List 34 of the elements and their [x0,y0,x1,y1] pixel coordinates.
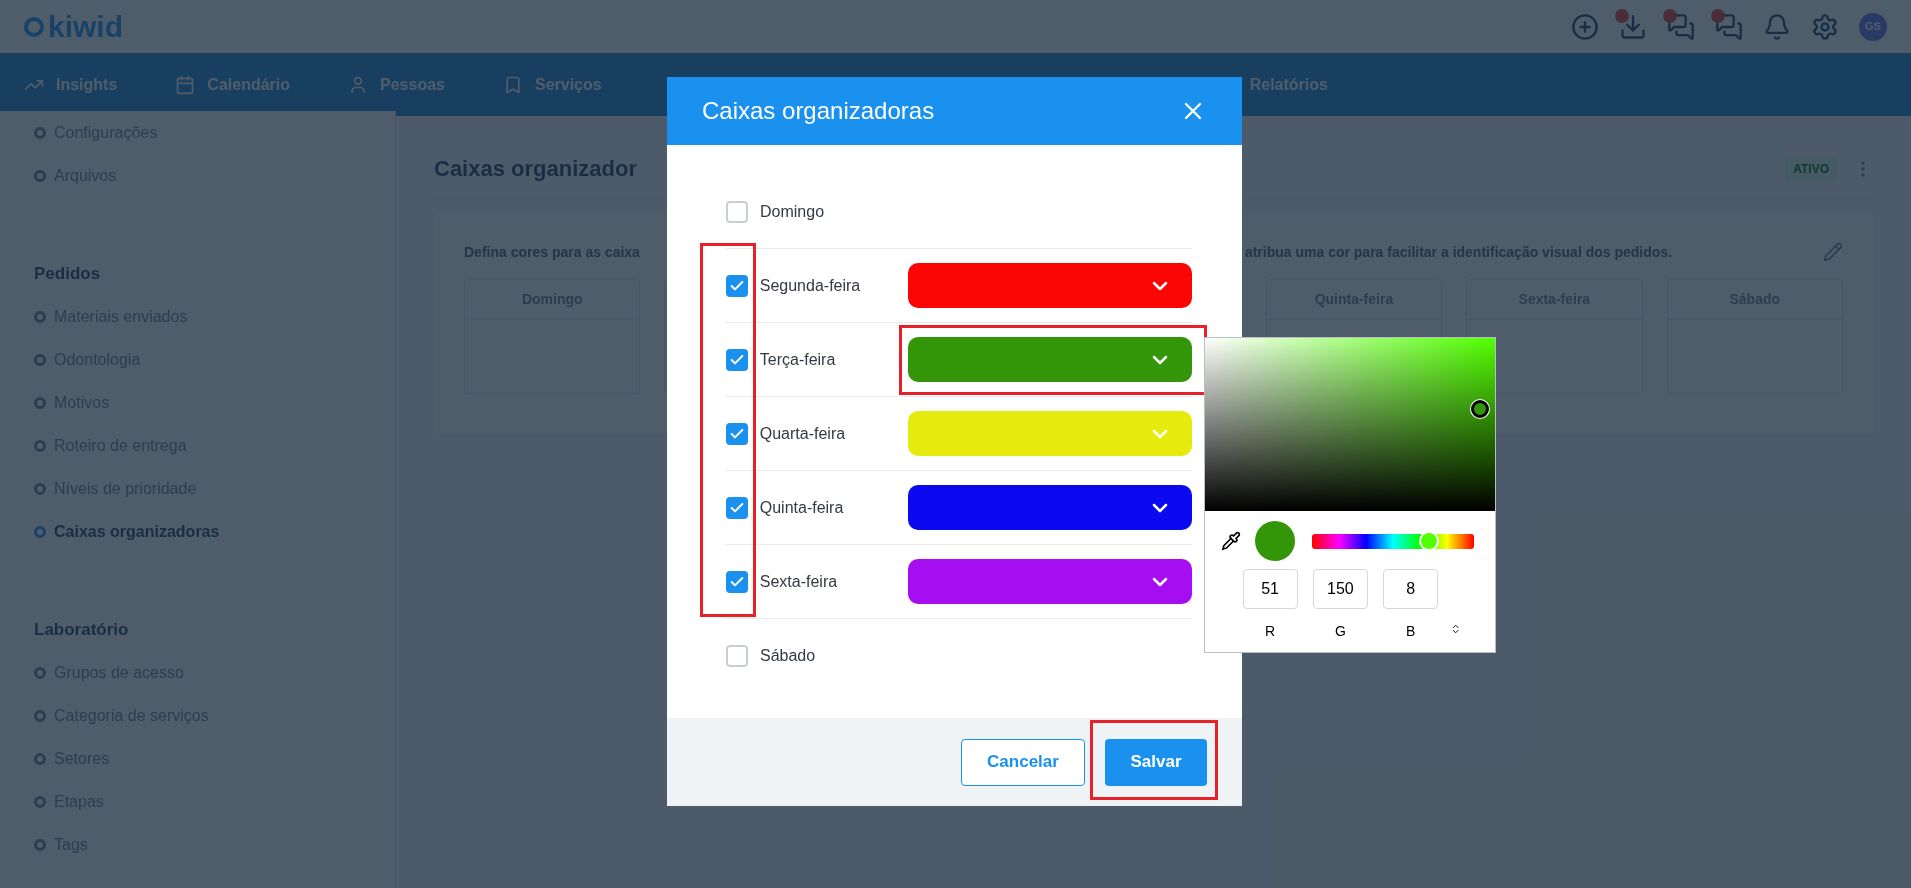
dialog-title: Caixas organizadoras [702,96,935,126]
eyedropper-icon[interactable] [1221,531,1241,551]
color-dropdown[interactable] [908,263,1192,308]
channel-input[interactable]: 51 [1242,569,1298,609]
day-label: Sábado [760,646,817,666]
checkbox[interactable] [726,274,748,297]
channel-label: R [1265,622,1276,641]
day-label: Quarta-feira [759,423,847,444]
save-button[interactable]: Salvar [1105,738,1207,786]
day-label: Domingo [760,201,826,222]
day-label: Terça-feira [759,349,837,370]
color-dropdown[interactable] [908,485,1192,530]
channel-label: G [1334,622,1346,641]
cancel-button[interactable]: Cancelar [961,738,1085,786]
color-dropdown[interactable] [908,559,1192,604]
color-dropdown[interactable] [908,337,1192,382]
day-label: Sexta-feira [759,571,839,592]
day-label: Quinta-feira [759,497,845,518]
saturation-area[interactable] [1205,338,1495,511]
checkbox[interactable] [726,570,748,593]
channel-input[interactable]: 150 [1312,569,1368,609]
checkbox[interactable] [726,200,748,223]
checkbox[interactable] [726,645,748,667]
hue-slider[interactable] [1312,533,1474,549]
color-swatch [1255,521,1295,561]
channel-label: B [1405,622,1416,641]
checkbox[interactable] [726,496,748,519]
color-dropdown[interactable] [908,411,1192,456]
slider-thumb[interactable] [1418,531,1439,551]
checkbox[interactable] [726,348,748,371]
checkbox[interactable] [726,422,748,445]
channel-input[interactable]: 8 [1383,569,1439,609]
picker-handle[interactable] [1470,400,1489,419]
day-label: Segunda-feira [759,275,862,296]
